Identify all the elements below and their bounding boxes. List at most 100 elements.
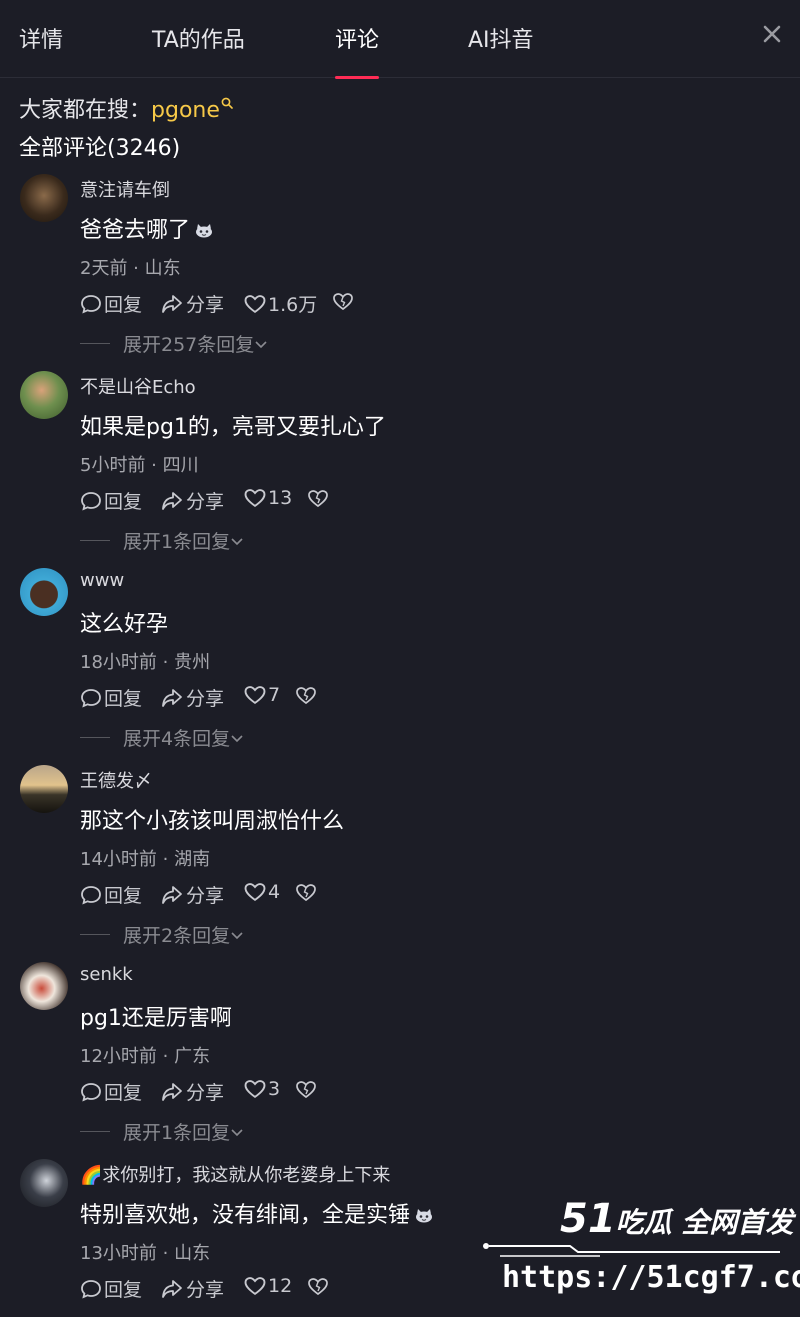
like-button[interactable]: 12 <box>244 1275 292 1297</box>
comment-username[interactable]: 不是山谷Echo <box>80 373 196 399</box>
share-arrow-icon <box>162 1082 182 1101</box>
dislike-button[interactable] <box>333 292 355 311</box>
share-button[interactable]: 分享 <box>160 1275 224 1302</box>
avatar[interactable] <box>20 1159 68 1207</box>
broken-heart-icon <box>308 490 328 508</box>
expand-replies-button[interactable]: 展开2条回复 <box>80 921 244 948</box>
comment-text-content: 那这个小孩该叫周淑怡什么 <box>80 809 345 834</box>
reply-label: 回复 <box>104 1279 143 1301</box>
watermark-circuit-lines <box>483 1243 780 1257</box>
cat-emoji-icon <box>416 1209 433 1223</box>
share-arrow-icon <box>162 491 182 510</box>
comment-time-location: 14小时前 · 湖南 <box>80 849 211 870</box>
top-tab-bar: 详情 TA的作品 评论 AI抖音 <box>0 0 800 79</box>
comment-time-location: 18小时前 · 贵州 <box>80 652 211 673</box>
heart-icon <box>244 294 266 313</box>
comment-text: 爸爸去哪了 <box>80 212 214 244</box>
avatar[interactable] <box>20 174 68 222</box>
avatar[interactable] <box>20 765 68 813</box>
comment-bubble-icon <box>81 294 101 314</box>
heart-icon <box>244 1080 266 1099</box>
close-button[interactable] <box>758 20 786 48</box>
comment-text: 那这个小孩该叫周淑怡什么 <box>80 803 344 835</box>
reply-button[interactable]: 回复 <box>80 1275 142 1302</box>
tab-comments[interactable]: 评论 <box>335 22 379 54</box>
avatar[interactable] <box>20 962 68 1010</box>
reply-label: 回复 <box>104 294 143 316</box>
comment-time-location: 2天前 · 山东 <box>80 258 181 279</box>
cat-emoji-icon <box>196 224 213 238</box>
tab-ai-douyin[interactable]: AI抖音 <box>468 22 534 54</box>
reply-button[interactable]: 回复 <box>80 684 142 711</box>
broken-heart-icon <box>333 293 353 311</box>
share-arrow-icon <box>162 688 182 707</box>
expand-replies-button[interactable]: 展开257条回复 <box>80 330 268 357</box>
comment-username[interactable]: senkk <box>80 964 133 985</box>
share-label: 分享 <box>186 885 225 907</box>
search-suggestion-keyword[interactable]: pgone <box>151 98 220 123</box>
comment-text-content: pg1还是厉害啊 <box>80 1006 232 1031</box>
reply-label: 回复 <box>104 1082 143 1104</box>
chevron-down-icon <box>255 340 267 348</box>
expand-replies-button[interactable]: 展开4条回复 <box>80 724 244 751</box>
expand-replies-button[interactable]: 展开1条回复 <box>80 527 244 554</box>
reply-button[interactable]: 回复 <box>80 487 142 514</box>
reply-button[interactable]: 回复 <box>80 881 142 908</box>
like-button[interactable]: 3 <box>244 1078 280 1100</box>
share-button[interactable]: 分享 <box>160 1078 224 1105</box>
share-button[interactable]: 分享 <box>160 487 224 514</box>
dislike-button[interactable] <box>296 686 318 705</box>
comment-item: 不是山谷Echo 如果是pg1的，亮哥又要扎心了 5小时前 · 四川 回复 分享… <box>0 371 800 568</box>
comment-username[interactable]: 意注请车倒 <box>80 176 170 202</box>
like-count: 3 <box>268 1078 281 1100</box>
tab-details[interactable]: 详情 <box>19 22 63 54</box>
broken-heart-icon <box>296 1081 316 1099</box>
like-button[interactable]: 1.6万 <box>244 290 317 317</box>
dislike-button[interactable] <box>308 1277 330 1296</box>
comment-time-location: 5小时前 · 四川 <box>80 455 199 476</box>
tab-works[interactable]: TA的作品 <box>152 22 245 54</box>
share-button[interactable]: 分享 <box>160 684 224 711</box>
comment-bubble-icon <box>81 1082 101 1102</box>
share-arrow-icon <box>162 1279 182 1298</box>
share-button[interactable]: 分享 <box>160 290 224 317</box>
comment-time-location: 12小时前 · 广东 <box>80 1046 211 1067</box>
comment-item: 王德发〆 那这个小孩该叫周淑怡什么 14小时前 · 湖南 回复 分享 4 展开2… <box>0 765 800 962</box>
reply-label: 回复 <box>104 688 143 710</box>
reply-button[interactable]: 回复 <box>80 290 142 317</box>
like-button[interactable]: 13 <box>244 487 292 509</box>
comment-text: 这么好孕 <box>80 606 168 638</box>
comment-username[interactable]: www <box>80 570 124 591</box>
expand-replies-label: 展开2条回复 <box>123 925 231 947</box>
watermark-brand: 51吃瓜 全网首发 <box>560 1196 793 1242</box>
chevron-down-icon <box>231 537 243 545</box>
comment-text-content: 这么好孕 <box>80 612 169 637</box>
heart-icon <box>244 489 266 508</box>
share-arrow-icon <box>162 885 182 904</box>
reply-button[interactable]: 回复 <box>80 1078 142 1105</box>
expand-divider-line <box>80 737 110 738</box>
comment-username[interactable]: 王德发〆 <box>80 767 152 793</box>
like-button[interactable]: 4 <box>244 881 280 903</box>
watermark: 51吃瓜 全网首发 https://51cgf7.com <box>480 1196 800 1306</box>
share-label: 分享 <box>186 1082 225 1104</box>
dislike-button[interactable] <box>296 883 318 902</box>
comment-username[interactable]: 🌈求你别打，我这就从你老婆身上下来 <box>80 1161 390 1187</box>
search-suggestion-prefix: 大家都在搜： <box>19 98 152 123</box>
avatar[interactable] <box>20 371 68 419</box>
like-button[interactable]: 7 <box>244 684 280 706</box>
broken-heart-icon <box>296 884 316 902</box>
share-button[interactable]: 分享 <box>160 881 224 908</box>
dislike-button[interactable] <box>308 489 330 508</box>
reply-label: 回复 <box>104 491 143 513</box>
heart-icon <box>244 686 266 705</box>
dislike-button[interactable] <box>296 1080 318 1099</box>
expand-replies-label: 展开1条回复 <box>123 1122 231 1144</box>
search-suggestion[interactable]: 大家都在搜：pgone <box>19 92 233 124</box>
chevron-down-icon <box>231 1128 243 1136</box>
watermark-brand-number: 51 <box>560 1196 616 1242</box>
avatar[interactable] <box>20 568 68 616</box>
expand-replies-button[interactable]: 展开1条回复 <box>80 1118 244 1145</box>
watermark-url: https://51cgf7.com <box>502 1260 800 1295</box>
like-count: 7 <box>268 684 281 706</box>
